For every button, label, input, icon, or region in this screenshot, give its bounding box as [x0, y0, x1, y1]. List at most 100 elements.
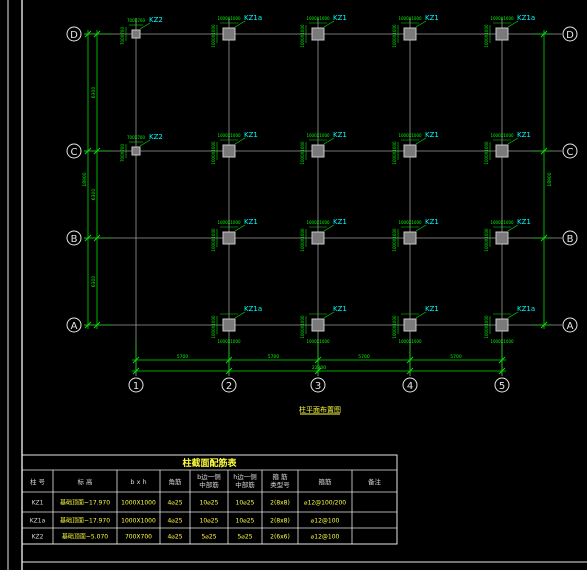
column-section-text: 1000X1000	[217, 339, 241, 344]
column-section-text: 700X700	[127, 18, 145, 23]
table-header-cell: 柱 号	[30, 477, 46, 486]
column-section-text-v: 1000X1000	[300, 24, 305, 48]
column-label: KZ1	[244, 218, 258, 226]
column-section-text-v: 1000X1000	[211, 315, 216, 339]
column-section-text-v: 1000X1000	[300, 315, 305, 339]
column-label: KZ2	[149, 16, 163, 24]
column-section-text-v: 1000X1000	[484, 24, 489, 48]
dimension-text: 5700	[177, 354, 189, 360]
column-section-text-v: 1000X1000	[300, 141, 305, 165]
table-header-cell: 箍 筋类型号	[270, 472, 290, 489]
column-section-text: 1000X1000	[306, 16, 330, 21]
axis-label-col: 2	[226, 381, 232, 392]
axis-label-row: D	[566, 30, 574, 41]
column-label: KZ1a	[244, 14, 262, 22]
column-section	[222, 231, 236, 245]
table-cell: 700X700	[125, 534, 152, 541]
column-markers: 700X700700X700KZ2 1000X10001000X1000KZ1a 1…	[120, 14, 535, 344]
column-section-text-v: 1000X1000	[392, 24, 397, 48]
column-section-text: 1000X1000	[306, 220, 330, 225]
table-header-cell: 标 高	[77, 477, 93, 486]
axis-label-row: D	[70, 30, 78, 41]
column-label: KZ1	[425, 131, 439, 139]
table-header-cell: 角筋	[169, 477, 183, 486]
column-section	[311, 318, 325, 332]
table-title: 柱截面配筋表	[182, 457, 237, 469]
column-section-text: 1000X1000	[398, 16, 422, 21]
column-label: KZ1	[425, 218, 439, 226]
column-label: KZ1	[425, 14, 439, 22]
column-section-text: 1000X1000	[490, 339, 514, 344]
column-section-text: 1000X1000	[398, 133, 422, 138]
table-cell: 10⌀25	[236, 518, 255, 525]
column-label: KZ1a	[244, 305, 262, 313]
table-header-cell: b边一侧中部筋	[197, 472, 221, 489]
column-section-text: 1000X1000	[490, 220, 514, 225]
column-section-text-v: 1000X1000	[211, 141, 216, 165]
table-cell: ⌀12@100/200	[304, 500, 346, 507]
table-header-cell: 备注	[368, 477, 382, 486]
column-schedule-table: 柱截面配筋表柱 号 标 高 b x h 角筋 b边一侧中部筋 h边一侧中部筋箍 筋类型号 箍…	[21, 454, 398, 545]
table-cell: 基础顶面~17.970	[60, 499, 110, 507]
column-layout-drawing: 5700 5700 5700 57002280063006300630018900 18…	[7, 0, 587, 570]
table-cell: 5⌀25	[201, 534, 216, 541]
column-section-text: 1000X1000	[398, 339, 422, 344]
axis-label-col: 1	[133, 381, 139, 392]
column-section	[495, 144, 509, 158]
dimension-text-total: 18900	[547, 172, 553, 186]
dimension-text-total: 18900	[82, 172, 88, 186]
column-section	[131, 29, 141, 39]
column-section	[311, 27, 325, 41]
column-section-text: 1000X1000	[306, 133, 330, 138]
table-cell: 4⌀25	[167, 500, 182, 507]
column-section	[495, 318, 509, 332]
table-cell: 1000X1000	[121, 518, 156, 525]
column-section	[131, 146, 141, 156]
dimension-text: 5700	[358, 354, 370, 360]
axis-label-row: B	[567, 234, 574, 245]
dimension-text-total: 22800	[312, 365, 326, 371]
table-cell: 2(8x8)	[270, 518, 290, 525]
column-section-text: 1000X1000	[217, 133, 241, 138]
column-label: KZ1	[333, 131, 347, 139]
column-section-text-v: 1000X1000	[211, 228, 216, 252]
table-cell: 10⌀25	[200, 518, 219, 525]
column-section-text-v: 700X700	[120, 144, 125, 162]
dimension-text: 5700	[450, 354, 462, 360]
column-section-text-v: 1000X1000	[484, 228, 489, 252]
column-section	[403, 144, 417, 158]
column-label: KZ1a	[517, 305, 535, 313]
table-cell: KZ1a	[30, 518, 46, 525]
table-header-cell: b x h	[130, 478, 146, 486]
column-label: KZ1	[244, 131, 258, 139]
table-cell: KZ2	[32, 534, 44, 541]
column-section	[495, 27, 509, 41]
axis-label-col: 5	[499, 381, 505, 392]
table-cell: 10⌀25	[200, 500, 219, 507]
table-cell: 2(6x6)	[270, 534, 290, 541]
column-label: KZ1	[517, 131, 531, 139]
axis-label-row: A	[567, 321, 574, 332]
column-section-text: 1000X1000	[490, 133, 514, 138]
column-section-text: 700X700	[127, 135, 145, 140]
table-header-cell: h边一侧中部筋	[233, 472, 257, 489]
table-cell: 4⌀25	[167, 518, 182, 525]
column-section	[403, 318, 417, 332]
column-section-text-v: 1000X1000	[484, 315, 489, 339]
column-section-text-v: 1000X1000	[392, 141, 397, 165]
axis-label-row: C	[567, 147, 574, 158]
column-section	[222, 144, 236, 158]
column-section-text-v: 1000X1000	[392, 315, 397, 339]
table-cell: 基础顶面~17.970	[60, 517, 110, 525]
table-cell: 10⌀25	[236, 500, 255, 507]
column-section-text-v: 700X700	[120, 27, 125, 45]
column-section	[403, 231, 417, 245]
table-cell: 5⌀25	[237, 534, 252, 541]
table-cell: 2(8x8)	[270, 500, 290, 507]
table-cell: 4⌀25	[167, 534, 182, 541]
table-cell: 1000X1000	[121, 500, 156, 507]
column-label: KZ1	[333, 305, 347, 313]
axis-label-row: C	[71, 147, 78, 158]
column-section-text: 1000X1000	[398, 220, 422, 225]
column-section	[222, 318, 236, 332]
